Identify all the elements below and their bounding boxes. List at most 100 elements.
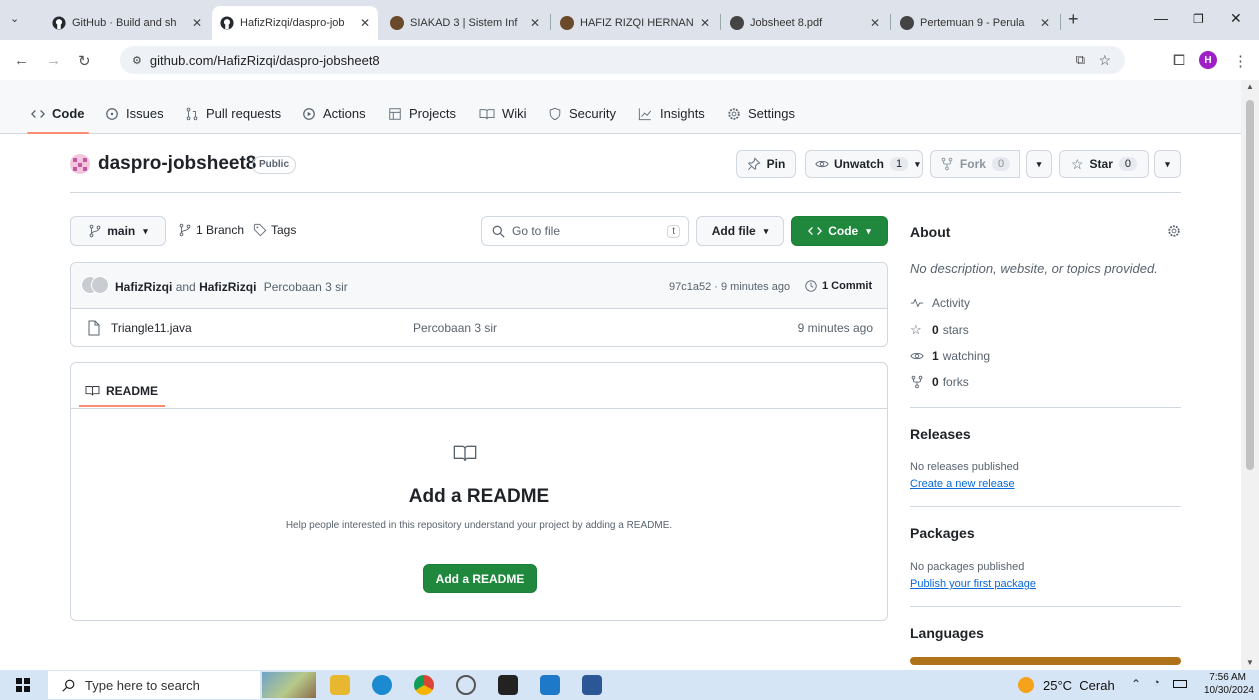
vscode-icon[interactable] — [540, 675, 560, 695]
tab-projects[interactable]: Projects — [388, 106, 456, 121]
close-icon[interactable]: ✕ — [700, 16, 710, 30]
window-close-icon[interactable]: ✕ — [1230, 10, 1242, 27]
unwatch-button[interactable]: Unwatch 1 ▾ — [805, 150, 923, 178]
tab-code[interactable]: Code — [27, 106, 88, 134]
forks-link[interactable]: 0 forks — [910, 375, 969, 389]
file-commit-message[interactable]: Percobaan 3 sir — [413, 321, 497, 335]
profile-avatar[interactable]: H — [1199, 51, 1217, 69]
clock-time[interactable]: 7:56 AM — [1198, 672, 1246, 683]
tab-issues[interactable]: Issues — [105, 106, 164, 121]
fork-button[interactable]: Fork 0 — [930, 150, 1020, 178]
tab-title: Jobsheet 8.pdf — [750, 17, 823, 29]
commit-author-link[interactable]: HafizRizqi — [199, 280, 256, 294]
repo-name[interactable]: daspro-jobsheet8 — [98, 153, 256, 175]
tab-security[interactable]: Security — [548, 106, 616, 121]
edge-icon[interactable] — [372, 675, 392, 695]
pull-request-icon — [185, 107, 199, 121]
avatar — [91, 276, 109, 294]
page-scrollbar[interactable]: ▲ ▼ — [1241, 80, 1259, 670]
close-icon[interactable]: ✕ — [192, 16, 202, 30]
publish-package-link[interactable]: Publish your first package — [910, 578, 1036, 590]
terminal-icon[interactable] — [498, 675, 518, 695]
bookmark-star-icon[interactable]: ☆ — [1098, 52, 1111, 69]
tray-chevron-icon[interactable]: ⌃ — [1131, 677, 1141, 691]
code-icon — [31, 107, 45, 121]
tags-link[interactable]: Tags — [253, 223, 296, 237]
star-dropdown[interactable]: ▾ — [1154, 150, 1181, 178]
menu-icon[interactable]: ⋮ — [1233, 52, 1248, 70]
reload-icon[interactable]: ↻ — [78, 52, 91, 70]
minimize-icon[interactable]: — — [1154, 10, 1168, 26]
file-row[interactable]: Triangle11.java Percobaan 3 sir 9 minute… — [71, 310, 887, 346]
file-explorer-icon[interactable] — [330, 675, 350, 695]
browser-tab[interactable]: HAFIZ RIZQI HERNAN ✕ — [552, 6, 718, 40]
browser-tab[interactable]: Jobsheet 8.pdf ✕ — [722, 6, 888, 40]
releases-heading[interactable]: Releases — [910, 426, 971, 442]
taskbar-search-box[interactable]: Type here to search — [48, 671, 260, 699]
search-highlight-image[interactable] — [262, 672, 316, 698]
close-icon[interactable]: ✕ — [360, 16, 370, 30]
tab-pull-requests[interactable]: Pull requests — [185, 106, 281, 121]
add-file-label: Add file — [711, 224, 756, 238]
add-readme-button[interactable]: Add a README — [423, 564, 537, 593]
weather-text[interactable]: 25°C Cerah — [1043, 678, 1115, 693]
browser-tab-active[interactable]: HafizRizqi/daspro-job ✕ — [212, 6, 378, 40]
tab-insights[interactable]: Insights — [637, 106, 705, 121]
clock-date[interactable]: 10/30/2024 — [1198, 685, 1254, 696]
scrollbar-thumb[interactable] — [1246, 100, 1254, 470]
unwatch-label: Unwatch — [834, 157, 885, 171]
weather-icon[interactable] — [1018, 677, 1034, 693]
browser-tab[interactable]: SIAKAD 3 | Sistem Inf ✕ — [382, 6, 548, 40]
commit-author-link[interactable]: HafizRizqi — [115, 280, 172, 294]
battery-icon[interactable] — [1173, 680, 1187, 688]
cortana-icon[interactable] — [456, 675, 476, 695]
file-name[interactable]: Triangle11.java — [111, 321, 192, 335]
scroll-down-arrow[interactable]: ▼ — [1246, 658, 1254, 667]
commit-message[interactable]: Percobaan 3 sir — [264, 280, 348, 294]
globe-icon — [730, 16, 744, 30]
pin-button[interactable]: Pin — [736, 150, 796, 178]
close-icon[interactable]: ✕ — [870, 16, 880, 30]
new-tab-button[interactable]: + — [1068, 9, 1079, 30]
scroll-up-arrow[interactable]: ▲ — [1246, 82, 1254, 91]
packages-heading[interactable]: Packages — [910, 525, 975, 541]
releases-empty-text: No releases published — [910, 461, 1019, 473]
close-icon[interactable]: ✕ — [530, 16, 540, 30]
add-file-button[interactable]: Add file ▾ — [696, 216, 784, 246]
branch-selector[interactable]: main ▾ — [70, 216, 166, 246]
commit-hash-time[interactable]: 97c1a52 · 9 minutes ago — [669, 281, 790, 293]
book-icon — [85, 384, 100, 397]
create-release-link[interactable]: Create a new release — [910, 478, 1015, 490]
forward-icon[interactable]: → — [46, 52, 61, 69]
chrome-icon[interactable] — [414, 675, 434, 695]
url-bar[interactable]: ⚙ github.com/HafizRizqi/daspro-jobsheet8… — [120, 46, 1125, 74]
tab-wiki[interactable]: Wiki — [479, 106, 527, 121]
wifi-icon[interactable]: ◔ — [1153, 677, 1160, 689]
restore-icon[interactable]: ❐ — [1193, 12, 1204, 26]
fork-dropdown[interactable]: ▾ — [1026, 150, 1052, 178]
star-button[interactable]: ☆ Star 0 — [1059, 150, 1149, 178]
tab-settings[interactable]: Settings — [727, 106, 795, 121]
windows-start-icon[interactable] — [16, 678, 30, 692]
branch-count-link[interactable]: 1 Branch — [178, 223, 244, 237]
activity-link[interactable]: Activity — [910, 296, 970, 310]
browser-tab[interactable]: Pertemuan 9 - Perula ✕ — [892, 6, 1058, 40]
watching-link[interactable]: 1 watching — [910, 349, 990, 363]
tab-search-button[interactable]: ⌄ — [10, 12, 26, 28]
install-app-icon[interactable]: ⧉ — [1076, 52, 1085, 68]
extensions-icon[interactable]: ⧠ — [1173, 52, 1185, 69]
gear-icon[interactable] — [1167, 224, 1181, 238]
word-icon[interactable] — [582, 675, 602, 695]
readme-empty-title: Add a README — [408, 486, 550, 507]
code-icon — [808, 224, 823, 238]
code-button[interactable]: Code ▾ — [791, 216, 888, 246]
readme-tab[interactable]: README — [79, 376, 165, 407]
site-info-icon[interactable]: ⚙ — [132, 54, 142, 67]
go-to-file-input[interactable]: Go to file t — [481, 216, 689, 246]
stars-link[interactable]: ☆ 0 stars — [910, 322, 969, 338]
back-icon[interactable]: ← — [14, 52, 29, 69]
tab-actions[interactable]: Actions — [302, 106, 366, 121]
browser-tab[interactable]: GitHub · Build and sh ✕ — [44, 6, 210, 40]
close-icon[interactable]: ✕ — [1040, 16, 1050, 30]
commit-count-link[interactable]: 1 Commit — [804, 279, 872, 293]
